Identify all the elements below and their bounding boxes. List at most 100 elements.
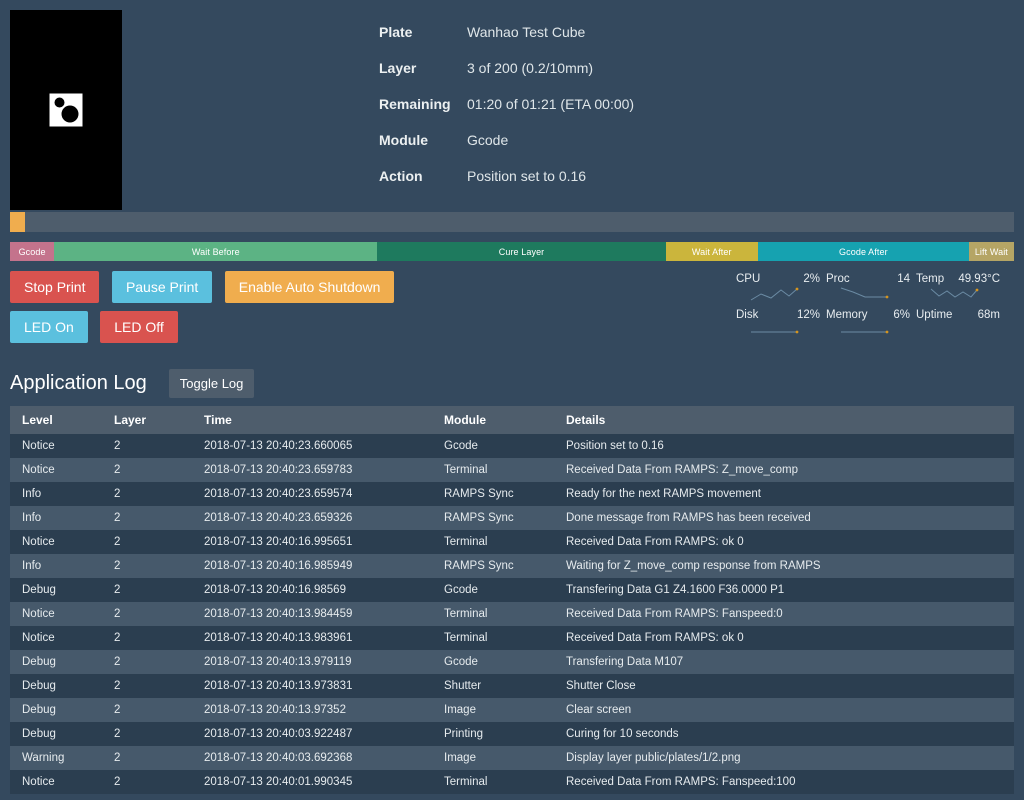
stat-label-proc: Proc (826, 273, 850, 285)
pause-print-button[interactable]: Pause Print (111, 271, 213, 303)
log-cell-level: Info (22, 560, 42, 572)
log-cell-layer: 2 (114, 656, 121, 668)
log-cell-level: Debug (22, 656, 56, 668)
layer-phase-bar: Gcode Wait Before Cure Layer Wait After Gcod… (10, 242, 1014, 261)
log-cell-level: Info (22, 512, 42, 524)
system-stats: CPU 2% Disk 12% Proc 14 Memory 6% Temp 4… (730, 271, 1014, 351)
log-cell-details: Done message from RAMPS has been receive… (566, 512, 811, 524)
info-value-action: Position set to 0.16 (467, 168, 587, 184)
sparkline-disk (751, 330, 799, 334)
info-label-action: Action (379, 168, 423, 184)
table-row[interactable]: Info 2 2018-07-13 20:40:16.985949 RAMPS Syn… (10, 554, 1014, 578)
page-title: Application Log (10, 372, 147, 394)
stat-col-cpu-disk: CPU 2% Disk 12% (736, 273, 820, 351)
table-row[interactable]: Info 2 2018-07-13 20:40:23.659326 RAMPS Syn… (10, 506, 1014, 530)
info-label-layer: Layer (379, 60, 417, 76)
print-info-list: Plate Wanhao Test Cube Layer 3 of 200 (0… (379, 10, 634, 212)
log-cell-details: Clear screen (566, 704, 632, 716)
stat-label-temp: Temp (916, 273, 945, 285)
log-cell-level: Debug (22, 704, 56, 716)
table-row[interactable]: Debug 2 2018-07-13 20:40:13.97352 Image Clea… (10, 698, 1014, 722)
table-row[interactable]: Notice 2 2018-07-13 20:40:23.659783 Termina… (10, 458, 1014, 482)
log-cell-layer: 2 (114, 752, 121, 764)
log-cell-level: Notice (22, 632, 55, 644)
log-cell-level: Debug (22, 680, 56, 692)
phase-segment: Wait Before (54, 242, 378, 261)
col-header-time[interactable]: Time (192, 406, 432, 434)
stat-label-uptime: Uptime (916, 309, 953, 321)
log-cell-time: 2018-07-13 20:40:16.985949 (204, 560, 353, 572)
table-row[interactable]: Debug 2 2018-07-13 20:40:13.973831 Shutter S… (10, 674, 1014, 698)
log-cell-level: Debug (22, 584, 56, 596)
log-cell-time: 2018-07-13 20:40:23.659574 (204, 488, 353, 500)
col-header-layer[interactable]: Layer (102, 406, 192, 434)
table-row[interactable]: Notice 2 2018-07-13 20:40:23.660065 Gcode Po… (10, 434, 1014, 458)
col-header-details[interactable]: Details (554, 406, 1014, 434)
log-cell-level: Notice (22, 464, 55, 476)
log-cell-time: 2018-07-13 20:40:23.659326 (204, 512, 353, 524)
log-cell-time: 2018-07-13 20:40:03.922487 (204, 728, 353, 740)
phase-segment: Gcode After (757, 242, 969, 261)
stat-label-memory: Memory (826, 309, 868, 321)
log-cell-module: Gcode (444, 584, 478, 596)
stop-print-button[interactable]: Stop Print (10, 271, 100, 303)
table-row[interactable]: Notice 2 2018-07-13 20:40:13.984459 Termina… (10, 602, 1014, 626)
log-cell-time: 2018-07-13 20:40:13.973831 (204, 680, 353, 692)
stat-value-disk: 12% (796, 309, 820, 321)
info-value-plate: Wanhao Test Cube (467, 24, 586, 40)
table-row[interactable]: Info 2 2018-07-13 20:40:23.659574 RAMPS Syn… (10, 482, 1014, 506)
enable-auto-shutdown-button[interactable]: Enable Auto Shutdown (224, 271, 395, 303)
info-value-module: Gcode (467, 132, 509, 148)
log-cell-module: RAMPS Sync (444, 560, 514, 572)
toggle-log-button[interactable]: Toggle Log (168, 369, 255, 398)
log-cell-level: Notice (22, 608, 55, 620)
log-cell-details: Received Data From RAMPS: ok 0 (566, 632, 744, 644)
log-cell-details: Received Data From RAMPS: ok 0 (566, 536, 744, 548)
log-cell-details: Received Data From RAMPS: Z_move_comp (566, 464, 798, 476)
log-header: Application Log Toggle Log (0, 351, 1024, 406)
phase-segment: Wait After (665, 242, 758, 261)
stat-col-temp-uptime: Temp 49.93°C Uptime 68m (916, 273, 1000, 351)
table-row[interactable]: Debug 2 2018-07-13 20:40:03.922487 Printing… (10, 722, 1014, 746)
log-table-head: Level Layer Time Module Details (10, 406, 1014, 434)
log-cell-layer: 2 (114, 512, 121, 524)
info-label-remaining: Remaining (379, 96, 451, 112)
table-row[interactable]: Notice 2 2018-07-13 20:40:01.990345 Termina… (10, 770, 1014, 794)
status-section: Plate Wanhao Test Cube Layer 3 of 200 (0… (0, 0, 1024, 212)
print-progress-fill (10, 212, 26, 232)
print-controls-line2: LED On LED Off (10, 311, 630, 351)
log-cell-details: Shutter Close (566, 680, 636, 692)
log-cell-level: Debug (22, 728, 56, 740)
col-header-level[interactable]: Level (10, 406, 102, 434)
log-cell-time: 2018-07-13 20:40:23.660065 (204, 440, 353, 452)
info-value-remaining: 01:20 of 01:21 (ETA 00:00) (467, 96, 635, 112)
preview-dot-small (54, 97, 65, 108)
phase-segment: Cure Layer (377, 242, 666, 261)
log-cell-module: Gcode (444, 440, 478, 452)
phase-segment: Gcode (10, 242, 55, 261)
col-header-module[interactable]: Module (432, 406, 554, 434)
info-value-layer: 3 of 200 (0.2/10mm) (467, 60, 594, 76)
log-cell-module: Terminal (444, 536, 488, 548)
table-row[interactable]: Notice 2 2018-07-13 20:40:16.995651 Termina… (10, 530, 1014, 554)
log-cell-time: 2018-07-13 20:40:23.659783 (204, 464, 353, 476)
stat-label-cpu: CPU (736, 273, 761, 285)
log-cell-module: Printing (444, 728, 483, 740)
stat-disk: Disk 12% (736, 309, 820, 345)
led-on-button[interactable]: LED On (10, 311, 88, 343)
printer-dashboard: Plate Wanhao Test Cube Layer 3 of 200 (0… (0, 0, 1024, 800)
table-row[interactable]: Debug 2 2018-07-13 20:40:13.979119 Gcode Tra… (10, 650, 1014, 674)
stat-col-proc-memory: Proc 14 Memory 6% (826, 273, 910, 351)
log-cell-layer: 2 (114, 728, 121, 740)
log-cell-details: Received Data From RAMPS: Fanspeed:100 (566, 776, 796, 788)
table-row[interactable]: Debug 2 2018-07-13 20:40:16.98569 Gcode Tran… (10, 578, 1014, 602)
log-cell-module: Gcode (444, 656, 478, 668)
layer-preview-wrap (10, 10, 134, 212)
log-cell-layer: 2 (114, 680, 121, 692)
table-row[interactable]: Warning 2 2018-07-13 20:40:03.692368 Image D… (10, 746, 1014, 770)
led-off-button[interactable]: LED Off (100, 311, 178, 343)
table-row[interactable]: Notice 2 2018-07-13 20:40:13.983961 Termina… (10, 626, 1014, 650)
log-cell-level: Notice (22, 440, 55, 452)
log-cell-module: Terminal (444, 608, 488, 620)
log-cell-layer: 2 (114, 776, 121, 788)
